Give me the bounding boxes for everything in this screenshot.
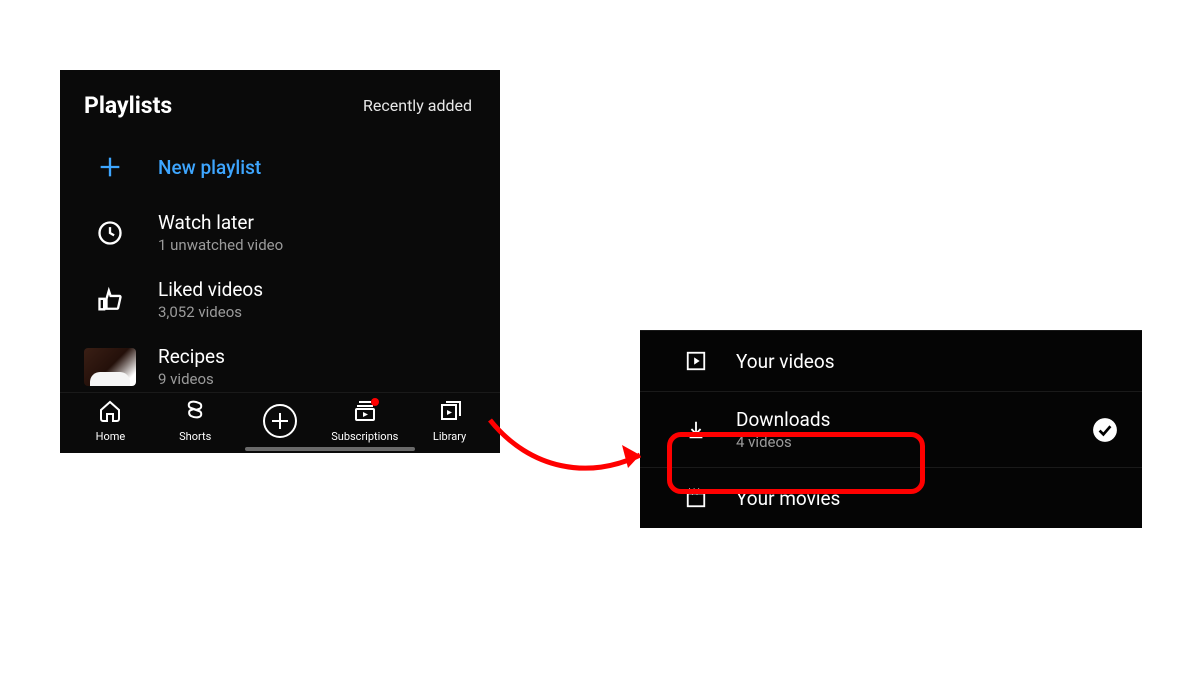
tab-create[interactable] — [238, 403, 323, 443]
playlists-header: Playlists Recently added — [60, 70, 500, 135]
create-icon — [262, 403, 298, 443]
tab-shorts[interactable]: Shorts — [153, 399, 238, 443]
playlists-list: New playlist Watch later 1 unwatched vid… — [60, 135, 500, 392]
library-panel: Your videos Downloads 4 videos Your movi… — [640, 330, 1142, 528]
recipes-thumbnail — [84, 348, 136, 386]
clock-icon — [84, 213, 136, 253]
scrollbar[interactable] — [245, 447, 415, 451]
tab-home-label: Home — [96, 430, 126, 443]
recipes-item[interactable]: Recipes 9 videos — [60, 333, 500, 392]
liked-videos-item[interactable]: Liked videos 3,052 videos — [60, 266, 500, 333]
shorts-icon — [183, 399, 207, 427]
bottom-tab-bar: Home Shorts Subscriptions Library — [60, 392, 500, 453]
recipes-sub: 9 videos — [158, 370, 225, 388]
downloads-item[interactable]: Downloads 4 videos — [640, 392, 1142, 468]
tab-library-label: Library — [433, 430, 466, 443]
tab-library[interactable]: Library — [407, 399, 492, 443]
watch-later-title: Watch later — [158, 211, 283, 234]
playlists-title: Playlists — [84, 92, 172, 119]
new-playlist-label: New playlist — [158, 156, 261, 179]
thumbs-up-icon — [84, 280, 136, 320]
notification-dot — [371, 398, 379, 406]
recipes-title: Recipes — [158, 345, 225, 368]
playlists-panel: Playlists Recently added New playlist Wa… — [60, 70, 500, 453]
your-videos-item[interactable]: Your videos — [640, 330, 1142, 392]
play-box-icon — [682, 347, 710, 375]
liked-title: Liked videos — [158, 278, 263, 301]
check-badge-icon — [1092, 417, 1118, 443]
watch-later-sub: 1 unwatched video — [158, 236, 283, 254]
your-videos-label: Your videos — [736, 350, 835, 373]
new-playlist-button[interactable]: New playlist — [60, 135, 500, 199]
movies-icon — [682, 484, 710, 512]
tab-home[interactable]: Home — [68, 399, 153, 443]
tab-subs-label: Subscriptions — [331, 430, 398, 443]
watch-later-item[interactable]: Watch later 1 unwatched video — [60, 199, 500, 266]
liked-sub: 3,052 videos — [158, 303, 263, 321]
your-movies-label: Your movies — [736, 487, 840, 510]
downloads-sub: 4 videos — [736, 433, 830, 451]
your-movies-item[interactable]: Your movies — [640, 468, 1142, 528]
library-icon — [438, 399, 462, 427]
download-icon — [682, 416, 710, 444]
tab-subscriptions[interactable]: Subscriptions — [322, 399, 407, 443]
home-icon — [98, 399, 122, 427]
sort-dropdown[interactable]: Recently added — [363, 96, 480, 115]
tab-shorts-label: Shorts — [179, 430, 211, 443]
downloads-title: Downloads — [736, 408, 830, 431]
sort-label: Recently added — [363, 96, 472, 115]
plus-icon — [84, 147, 136, 187]
